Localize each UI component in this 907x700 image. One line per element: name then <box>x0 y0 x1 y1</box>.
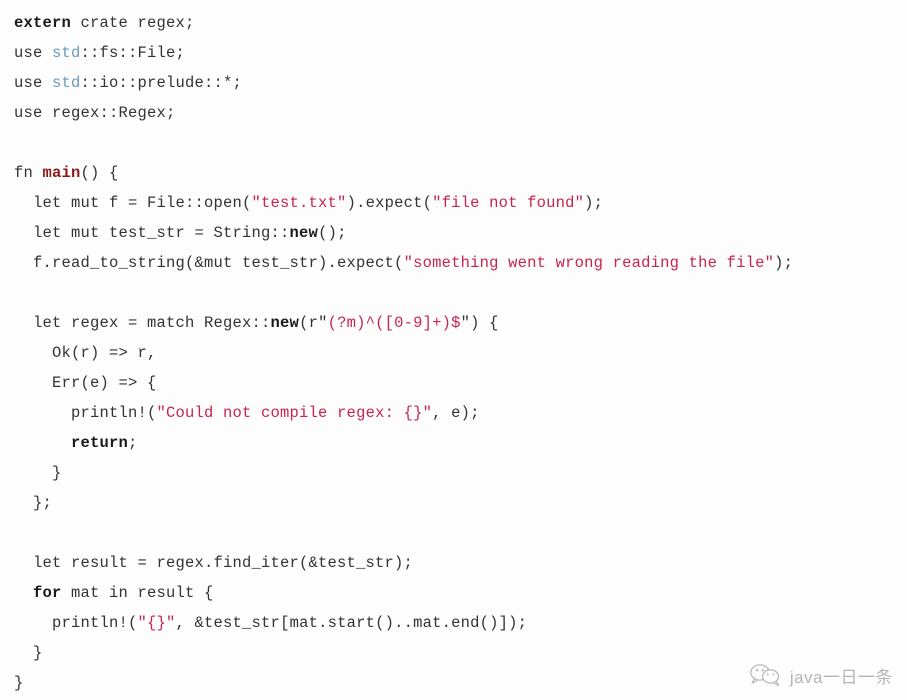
code-token-plain: use <box>14 74 53 92</box>
code-token-plain: ).expect( <box>346 194 433 212</box>
code-line: use std::fs::File; <box>0 38 907 68</box>
code-token-plain: } <box>14 644 43 662</box>
code-token-plain: Ok(r) => r, <box>14 344 157 362</box>
code-token-plain: ; <box>128 434 138 452</box>
code-token-plain: ); <box>584 194 604 212</box>
code-line: } <box>0 458 907 488</box>
code-token-plain: use regex::Regex; <box>14 104 176 122</box>
code-line: fn main() { <box>0 158 907 188</box>
code-token-plain: fn <box>14 164 43 182</box>
code-token-plain: ::io::prelude::*; <box>80 74 243 92</box>
code-token-plain: let result = regex.find_iter(&test_str); <box>14 554 414 572</box>
code-line: Ok(r) => r, <box>0 338 907 368</box>
code-token-plain: println!( <box>14 404 157 422</box>
code-token-string: "{}" <box>137 614 176 632</box>
code-token-plain: , e); <box>432 404 480 422</box>
code-line: f.read_to_string(&mut test_str).expect("… <box>0 248 907 278</box>
code-line: let regex = match Regex::new(r"(?m)^([0-… <box>0 308 907 338</box>
code-line: use std::io::prelude::*; <box>0 68 907 98</box>
code-line: let mut test_str = String::new(); <box>0 218 907 248</box>
code-line: }; <box>0 488 907 518</box>
code-token-string: "Could not compile regex: {}" <box>156 404 433 422</box>
code-token-keyword: extern <box>14 14 72 32</box>
code-token-plain: } <box>14 464 62 482</box>
code-line: let result = regex.find_iter(&test_str); <box>0 548 907 578</box>
code-line: extern crate regex; <box>0 8 907 38</box>
code-token-plain: ); <box>774 254 794 272</box>
code-token-string: "file not found" <box>432 194 585 212</box>
code-token-string: (?m)^([0-9]+)$ <box>327 314 461 332</box>
code-token-plain: mat in result { <box>61 584 214 602</box>
code-token-plain: let regex = match Regex:: <box>14 314 271 332</box>
code-token-plain: } <box>14 674 24 692</box>
code-line: Err(e) => { <box>0 368 907 398</box>
code-token-plain: , &test_str[mat.start()..mat.end()]); <box>175 614 528 632</box>
code-token-module: std <box>52 44 81 62</box>
code-line: let mut f = File::open("test.txt").expec… <box>0 188 907 218</box>
code-line: println!("Could not compile regex: {}", … <box>0 398 907 428</box>
code-token-string: "test.txt" <box>251 194 347 212</box>
code-token-keyword: return <box>71 434 129 452</box>
code-line: use regex::Regex; <box>0 98 907 128</box>
code-line: for mat in result { <box>0 578 907 608</box>
code-token-plain: }; <box>14 494 53 512</box>
code-token-module: std <box>52 74 81 92</box>
code-token-plain: println!( <box>14 614 138 632</box>
code-token-plain: ") { <box>460 314 499 332</box>
code-token-plain: ::fs::File; <box>80 44 186 62</box>
code-line: return; <box>0 428 907 458</box>
watermark-label: java一日一条 <box>789 667 893 687</box>
code-token-plain: () { <box>80 164 119 182</box>
code-token-plain: crate regex; <box>71 14 195 32</box>
code-token-plain: (); <box>318 224 347 242</box>
watermark: java一日一条 <box>749 662 893 688</box>
code-token-plain: let mut test_str = String:: <box>14 224 290 242</box>
code-token-keyword: new <box>289 224 319 242</box>
code-token-plain: Err(e) => { <box>14 374 157 392</box>
code-block: extern crate regex; use std::fs::File; use… <box>0 0 907 698</box>
code-screenshot: extern crate regex; use std::fs::File; use… <box>0 0 907 700</box>
code-line: println!("{}", &test_str[mat.start()..ma… <box>0 608 907 638</box>
code-token-string: "something went wrong reading the file" <box>403 254 775 272</box>
code-token-plain: f.read_to_string(&mut test_str).expect( <box>14 254 404 272</box>
wechat-icon <box>749 662 783 688</box>
code-token-fnname: main <box>42 164 81 182</box>
code-token-keyword: new <box>270 314 300 332</box>
code-token-plain: let mut f = File::open( <box>14 194 252 212</box>
code-token-plain: use <box>14 44 53 62</box>
code-token-keyword: for <box>33 584 62 602</box>
code-token-plain: (r" <box>299 314 328 332</box>
